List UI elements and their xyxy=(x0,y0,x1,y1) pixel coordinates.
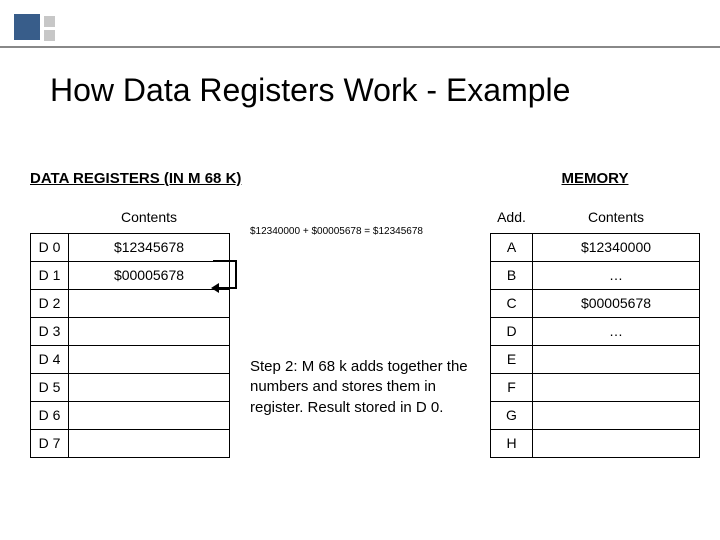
memory-panel: MEMORY Add. Contents A$12340000 B… C$000… xyxy=(490,170,700,458)
explanation-panel: $12340000 + $00005678 = $12345678 Step 2… xyxy=(250,170,470,418)
mem-value xyxy=(533,429,700,457)
reg-value: $12345678 xyxy=(69,233,230,261)
data-registers-heading: DATA REGISTERS (IN M 68 K) xyxy=(30,170,230,187)
table-row: D 7 xyxy=(31,429,230,457)
memory-table: Add. Contents A$12340000 B… C$00005678 D… xyxy=(490,205,700,458)
table-row: D 3 xyxy=(31,317,230,345)
table-row: H xyxy=(491,429,700,457)
mem-value: $00005678 xyxy=(533,289,700,317)
table-row: D 1$00005678 xyxy=(31,261,230,289)
mem-addr: E xyxy=(491,345,533,373)
data-registers-panel: DATA REGISTERS (IN M 68 K) Contents D 0$… xyxy=(30,170,230,458)
mem-addr: C xyxy=(491,289,533,317)
table-row: B… xyxy=(491,261,700,289)
equation-text: $12340000 + $00005678 = $12345678 xyxy=(250,226,470,237)
memory-contents-header: Contents xyxy=(533,205,700,233)
mem-value xyxy=(533,345,700,373)
reg-name: D 3 xyxy=(31,317,69,345)
table-row: D 0$12345678 xyxy=(31,233,230,261)
table-row: E xyxy=(491,345,700,373)
table-row: D… xyxy=(491,317,700,345)
reg-value xyxy=(69,429,230,457)
table-row: D 6 xyxy=(31,401,230,429)
mem-addr: A xyxy=(491,233,533,261)
reg-name: D 1 xyxy=(31,261,69,289)
table-row: D 5 xyxy=(31,373,230,401)
mem-value xyxy=(533,373,700,401)
reg-name: D 4 xyxy=(31,345,69,373)
registers-contents-header: Contents xyxy=(69,205,230,233)
reg-name: D 6 xyxy=(31,401,69,429)
header-rule xyxy=(0,46,720,48)
mem-value: … xyxy=(533,317,700,345)
page-title: How Data Registers Work - Example xyxy=(50,72,570,109)
mem-addr: H xyxy=(491,429,533,457)
table-row: C$00005678 xyxy=(491,289,700,317)
table-row: D 2 xyxy=(31,289,230,317)
mem-addr: F xyxy=(491,373,533,401)
reg-value xyxy=(69,401,230,429)
table-row: A$12340000 xyxy=(491,233,700,261)
reg-name: D 0 xyxy=(31,233,69,261)
mem-addr: G xyxy=(491,401,533,429)
memory-add-header: Add. xyxy=(491,205,533,233)
reg-value xyxy=(69,345,230,373)
table-row: G xyxy=(491,401,700,429)
reg-name: D 2 xyxy=(31,289,69,317)
reg-value xyxy=(69,373,230,401)
table-row: D 4 xyxy=(31,345,230,373)
mem-value xyxy=(533,401,700,429)
mem-addr: D xyxy=(491,317,533,345)
reg-value: $00005678 xyxy=(69,261,230,289)
reg-value xyxy=(69,317,230,345)
memory-heading: MEMORY xyxy=(490,170,700,187)
mem-value: … xyxy=(533,261,700,289)
table-row: F xyxy=(491,373,700,401)
step-text: Step 2: M 68 k adds together the numbers… xyxy=(250,357,470,418)
mem-value: $12340000 xyxy=(533,233,700,261)
reg-name: D 5 xyxy=(31,373,69,401)
reg-name: D 7 xyxy=(31,429,69,457)
data-registers-table: Contents D 0$12345678 D 1$00005678 D 2 D… xyxy=(30,205,230,458)
mem-addr: B xyxy=(491,261,533,289)
reg-value xyxy=(69,289,230,317)
